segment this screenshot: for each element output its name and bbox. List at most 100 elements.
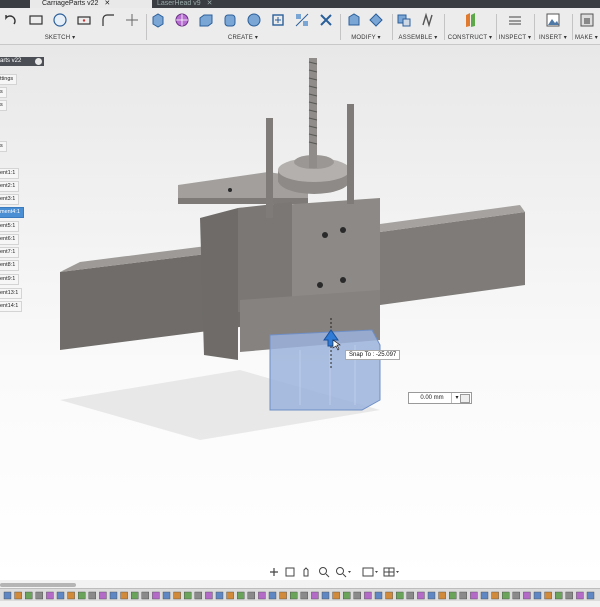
timeline-feature-icon[interactable] bbox=[88, 591, 97, 600]
distance-input[interactable]: 0.00 mm ▾ bbox=[408, 392, 472, 404]
timeline-feature-icon[interactable] bbox=[205, 591, 213, 600]
3d-print-icon[interactable] bbox=[579, 12, 595, 28]
timeline-feature-icon[interactable] bbox=[67, 591, 75, 600]
joint-icon[interactable] bbox=[420, 12, 436, 28]
browser-item[interactable]: ent14:1 bbox=[0, 301, 23, 312]
construct-menu[interactable]: CONSTRUCT ▾ bbox=[446, 34, 494, 41]
timeline-feature-icon[interactable] bbox=[162, 591, 171, 600]
new-component-icon[interactable] bbox=[150, 12, 166, 28]
orbit-icon[interactable] bbox=[270, 568, 278, 576]
timeline-feature-icon[interactable] bbox=[226, 591, 234, 600]
timeline-feature-icon[interactable] bbox=[46, 591, 54, 600]
revolve-icon[interactable] bbox=[222, 12, 238, 28]
browser-item[interactable]: ttings bbox=[0, 74, 18, 85]
sphere-icon[interactable] bbox=[246, 12, 262, 28]
timeline-feature-icon[interactable] bbox=[364, 591, 372, 600]
new-component-assemble-icon[interactable] bbox=[396, 12, 412, 28]
timeline-feature-icon[interactable] bbox=[512, 591, 520, 600]
timeline-feature-icon[interactable] bbox=[183, 591, 192, 600]
timeline-feature-icon[interactable] bbox=[109, 591, 118, 600]
timeline-feature-icon[interactable] bbox=[141, 591, 150, 600]
pattern-icon[interactable] bbox=[270, 12, 286, 28]
timeline-feature-icon[interactable] bbox=[565, 591, 573, 600]
browser-item[interactable]: ent2:1 bbox=[0, 181, 20, 192]
timeline-feature-icon[interactable] bbox=[343, 591, 351, 600]
timeline-feature-icon[interactable] bbox=[130, 591, 139, 600]
browser-item[interactable]: s bbox=[0, 100, 7, 111]
insert-menu[interactable]: INSERT ▾ bbox=[536, 34, 570, 41]
timeline-feature-icon[interactable] bbox=[396, 591, 404, 600]
timeline-feature-icon[interactable] bbox=[533, 591, 542, 600]
timeline-feature-icon[interactable] bbox=[99, 591, 107, 600]
timeline-feature-icon[interactable] bbox=[279, 591, 287, 600]
tab-laserhead[interactable]: LaserHead v9 ✕ bbox=[145, 0, 247, 8]
timeline-feature-icon[interactable] bbox=[311, 591, 319, 600]
radio-icon[interactable] bbox=[35, 58, 42, 65]
close-icon[interactable]: ✕ bbox=[104, 0, 110, 7]
browser-item-selected[interactable]: ment4:1 bbox=[0, 207, 24, 218]
timeline-feature-icon[interactable] bbox=[120, 591, 128, 600]
timeline-feature-icon[interactable] bbox=[480, 591, 489, 600]
timeline-feature-icon[interactable] bbox=[459, 591, 467, 600]
timeline-feature-icon[interactable] bbox=[385, 591, 393, 600]
close-icon[interactable]: ✕ bbox=[207, 0, 213, 7]
timeline-feature-icon[interactable] bbox=[332, 591, 340, 600]
offset-plane-icon[interactable] bbox=[462, 12, 478, 28]
timeline-feature-icon[interactable] bbox=[194, 591, 203, 600]
timeline-feature-icon[interactable] bbox=[586, 591, 595, 600]
assemble-menu[interactable]: ASSEMBLE ▾ bbox=[394, 34, 442, 41]
undo-icon[interactable] bbox=[2, 12, 18, 28]
timeline-feature-icon[interactable] bbox=[576, 591, 584, 600]
timeline-feature-icon[interactable] bbox=[555, 591, 563, 600]
display-settings-icon[interactable] bbox=[362, 567, 378, 577]
inspect-menu[interactable]: INSPECT ▾ bbox=[498, 34, 532, 41]
timeline-feature-icon[interactable] bbox=[290, 591, 298, 600]
form-icon[interactable] bbox=[174, 12, 190, 28]
fillet-icon[interactable] bbox=[100, 12, 116, 28]
confirm-icon[interactable] bbox=[460, 394, 470, 403]
browser-item[interactable]: ent3:1 bbox=[0, 194, 20, 205]
timeline-feature-icon[interactable] bbox=[491, 591, 499, 600]
insert-image-icon[interactable] bbox=[545, 12, 561, 28]
press-pull-icon[interactable] bbox=[346, 12, 362, 28]
timeline-feature-icon[interactable] bbox=[173, 591, 181, 600]
browser-scrollbar[interactable] bbox=[0, 583, 76, 587]
sketch-menu[interactable]: SKETCH ▾ bbox=[0, 34, 120, 41]
timeline-feature-icon[interactable] bbox=[523, 591, 531, 600]
timeline-feature-icon[interactable] bbox=[300, 591, 308, 600]
timeline-feature-icon[interactable] bbox=[321, 591, 330, 600]
timeline-feature-icon[interactable] bbox=[374, 591, 383, 600]
timeline-feature-icon[interactable] bbox=[417, 591, 425, 600]
timeline-feature-icon[interactable] bbox=[427, 591, 436, 600]
rectangle-icon[interactable] bbox=[28, 12, 44, 28]
timeline-feature-icon[interactable] bbox=[502, 591, 510, 600]
timeline-feature-icon[interactable] bbox=[449, 591, 457, 600]
modify-menu[interactable]: MODIFY ▾ bbox=[342, 34, 390, 41]
timeline-feature-icon[interactable] bbox=[35, 591, 43, 600]
timeline-feature-icon[interactable] bbox=[77, 591, 86, 600]
fit-icon[interactable] bbox=[336, 567, 352, 578]
timeline-feature-icon[interactable] bbox=[3, 591, 12, 600]
timeline-feature-icon[interactable] bbox=[438, 591, 446, 600]
timeline-feature-icon[interactable] bbox=[470, 591, 478, 600]
timeline-feature-icon[interactable] bbox=[14, 591, 22, 600]
model-canvas[interactable] bbox=[0, 45, 600, 580]
timeline-feature-icon[interactable] bbox=[544, 591, 552, 600]
timeline-feature-icon[interactable] bbox=[258, 591, 266, 600]
browser-item[interactable]: ent6:1 bbox=[0, 234, 20, 245]
timeline-feature-icon[interactable] bbox=[406, 591, 414, 600]
make-menu[interactable]: MAKE ▾ bbox=[573, 34, 600, 41]
look-at-icon[interactable] bbox=[285, 567, 295, 577]
fillet-modify-icon[interactable] bbox=[368, 12, 384, 28]
slot-icon[interactable] bbox=[76, 12, 92, 28]
timeline-feature-icon[interactable] bbox=[56, 591, 65, 600]
timeline-feature-icon[interactable] bbox=[25, 591, 33, 600]
browser-item[interactable]: s bbox=[0, 87, 7, 98]
combine-icon[interactable] bbox=[318, 12, 334, 28]
tab-carriageparts[interactable]: CarriageParts v22 ✕ bbox=[30, 0, 152, 8]
timeline-feature-icon[interactable] bbox=[236, 591, 245, 600]
timeline-feature-icon[interactable] bbox=[247, 591, 256, 600]
measure-icon[interactable] bbox=[507, 12, 523, 28]
timeline-feature-icon[interactable] bbox=[268, 591, 277, 600]
create-menu[interactable]: CREATE ▾ bbox=[148, 34, 338, 41]
